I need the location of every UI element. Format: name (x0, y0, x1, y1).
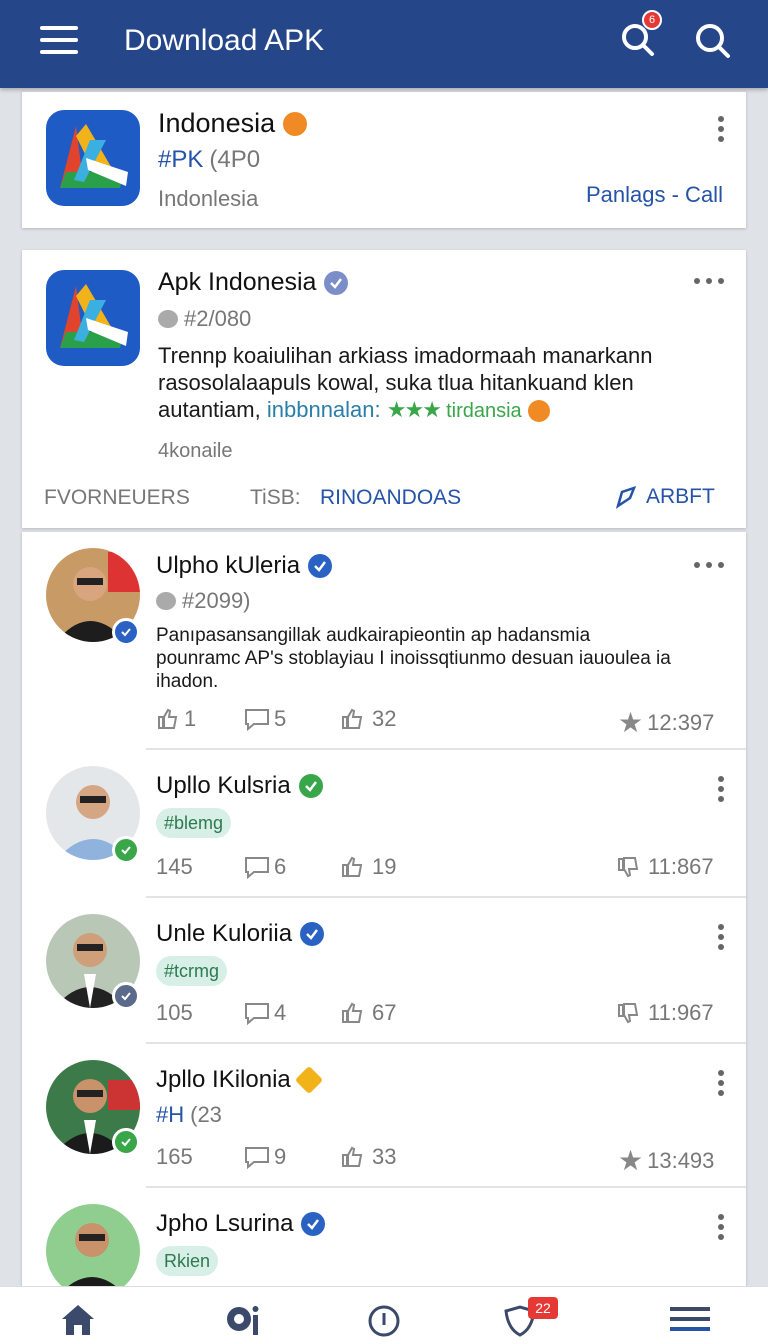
view-count: 145 (156, 854, 193, 879)
more-options-icon[interactable] (716, 924, 726, 954)
tab-active[interactable]: RINOANDOAS (320, 486, 461, 510)
post-time: ★ 12:397 (618, 707, 715, 738)
post-tag[interactable]: Rkien (156, 1246, 219, 1276)
menu-icon[interactable] (40, 26, 78, 56)
share-count[interactable]: 19 (340, 854, 396, 880)
divider (146, 1186, 746, 1188)
verified-icon (300, 922, 325, 946)
comment-count[interactable]: 6 (244, 854, 286, 880)
comment-icon (245, 1003, 269, 1025)
post-text: Trennp koaiulihan arkiass imadormaah man… (158, 343, 653, 423)
post-text: Panıpasansangillak audkairapieontin ap h… (156, 625, 671, 692)
divider (146, 896, 746, 898)
info-icon[interactable] (364, 1301, 404, 1337)
verified-badge-icon (112, 1128, 140, 1156)
more-options-icon[interactable] (716, 1214, 726, 1244)
post-link[interactable]: inbbnnalan: (267, 397, 381, 422)
comment-icon (245, 1147, 269, 1169)
share-count[interactable]: 33 (340, 1144, 396, 1170)
thumb-up-icon (342, 1146, 363, 1167)
divider (146, 1042, 746, 1044)
post-author[interactable]: Jpllo IKilonia (156, 1065, 323, 1095)
comment-icon (245, 857, 269, 879)
tab-favorites[interactable]: FVORNEUERS (44, 486, 190, 510)
verified-icon (301, 1212, 326, 1236)
home-icon[interactable] (58, 1301, 98, 1337)
more-options-icon[interactable] (716, 1070, 726, 1100)
menu-icon[interactable] (668, 1301, 710, 1337)
card-subtitle: Indonlesia (158, 186, 259, 211)
more-options-icon[interactable] (694, 562, 724, 568)
post-meta: #2099) (156, 588, 251, 614)
post-time: 11:867 (616, 854, 714, 880)
comment-icon (245, 709, 269, 731)
angry-emoji-icon (283, 111, 308, 136)
verified-badge-icon (112, 836, 140, 864)
comment-count[interactable]: 5 (244, 706, 286, 732)
view-count: 105 (156, 1000, 193, 1025)
avatar[interactable] (46, 1204, 140, 1298)
verified-badge-icon (112, 618, 140, 646)
post-author[interactable]: Jpho Lsurina (156, 1210, 326, 1238)
share-count[interactable]: 67 (340, 1000, 396, 1026)
post-author[interactable]: Ulpho kUleria (156, 552, 333, 580)
angry-emoji-icon (527, 400, 550, 423)
thumb-down-icon (618, 857, 639, 878)
verified-icon (324, 270, 349, 295)
app-card-featured[interactable]: Indonesia #PK (4P0 Indonlesia Panlags - … (22, 92, 746, 228)
star-icon: ★ (618, 1145, 644, 1176)
verified-icon (308, 554, 333, 578)
comment-icon (156, 592, 176, 610)
star-icon: ★ (618, 707, 644, 738)
nav-badge: 22 (528, 1297, 558, 1319)
action-button[interactable]: ARBFT (614, 484, 715, 510)
more-options-icon[interactable] (694, 278, 724, 284)
divider (146, 748, 746, 750)
verified-icon (298, 774, 323, 798)
card-link[interactable]: Panlags - Call (586, 182, 723, 208)
bottom-nav: 22 (0, 1286, 768, 1344)
post-tag[interactable]: tirdansia (446, 400, 522, 422)
app-logo-icon (46, 110, 140, 206)
thumb-up-icon (158, 708, 178, 729)
comment-count[interactable]: 4 (244, 1000, 286, 1026)
post-author[interactable]: Unle Kuloriia (156, 920, 325, 948)
like-count[interactable]: 1 (156, 706, 196, 732)
post-time: ★ 13:493 (618, 1145, 715, 1176)
more-options-icon[interactable] (716, 116, 726, 146)
post-tag[interactable]: #blemg (156, 808, 232, 838)
more-options-icon[interactable] (716, 776, 726, 806)
app-bar: Download APK 6 (0, 0, 768, 88)
app-logo-icon (46, 270, 140, 366)
post-card-main: Apk Indonesia #2/080 Trennp koaiulihan a… (22, 250, 746, 528)
post-list: Ulpho kUleria #2099) Panıpasansangillak … (22, 532, 746, 1298)
post-author: Apk Indonesia (158, 268, 349, 297)
notification-badge: 6 (642, 10, 662, 30)
app-title: Download APK (124, 24, 325, 57)
rating-stars: ★★★ (386, 397, 442, 422)
thumb-down-icon (618, 1003, 639, 1024)
comment-icon (158, 310, 178, 328)
post-time: 11:967 (616, 1000, 714, 1026)
thumb-up-icon (342, 708, 363, 729)
search-icon[interactable] (692, 20, 732, 60)
thumb-up-icon (342, 1002, 363, 1023)
comment-count[interactable]: 9 (244, 1144, 286, 1170)
tab-tisb[interactable]: TiSB: (250, 486, 301, 510)
verified-badge-icon (112, 982, 140, 1010)
explore-icon[interactable] (222, 1301, 262, 1337)
post-meta: #2/080 (158, 306, 251, 332)
post-meta: #H (23 (156, 1102, 222, 1127)
post-tag[interactable]: #tcrmg (156, 956, 228, 986)
pin-icon (615, 485, 637, 509)
card-title: Indonesia (158, 108, 308, 139)
post-footer-note: 4konaile (158, 440, 233, 462)
thumb-up-icon (342, 856, 363, 877)
view-count: 165 (156, 1144, 193, 1169)
post-author[interactable]: Upllo Kulsria (156, 772, 323, 800)
tag-emoji-icon (294, 1065, 323, 1095)
share-count[interactable]: 32 (340, 706, 396, 732)
card-hashtag-row: #PK (4P0 (158, 146, 261, 173)
